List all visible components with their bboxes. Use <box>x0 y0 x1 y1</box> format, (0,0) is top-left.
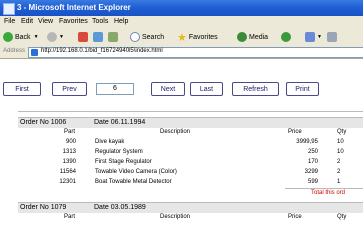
last-button[interactable]: Last <box>190 82 223 96</box>
column-header-qty: Qty <box>337 214 347 220</box>
column-header-price: Price <box>288 129 302 135</box>
cell-price: 250 <box>307 149 318 155</box>
order-header: Order No 1006 Date 06.11.1994 <box>18 117 363 128</box>
search-button[interactable]: Search <box>130 31 164 43</box>
history-icon <box>281 32 291 42</box>
refresh-icon <box>93 32 103 42</box>
cell-qty: 10 <box>337 149 344 155</box>
order-number: Order No 1006 <box>20 119 67 126</box>
total-rule <box>285 188 363 189</box>
separator <box>18 111 363 112</box>
order-total-label: Total this ord <box>311 190 346 196</box>
cell-description: Boat Towable Metal Detector <box>95 179 172 185</box>
address-url: http://192.168.0.1/bid_f16724940l5\index… <box>41 48 163 54</box>
window-title: 3 - Microsoft Internet Explorer <box>17 3 131 12</box>
dropdown-arrow-icon: ▼ <box>59 34 64 40</box>
cell-qty: 10 <box>337 139 344 145</box>
menu-tools[interactable]: Tools <box>92 18 108 25</box>
home-icon <box>108 32 118 42</box>
dropdown-arrow-icon: ▼ <box>33 34 39 40</box>
media-icon <box>237 32 247 42</box>
dropdown-arrow-icon: ▼ <box>317 34 322 40</box>
first-button[interactable]: First <box>3 82 41 96</box>
forward-button[interactable]: ▼ <box>47 31 64 43</box>
order-number: Order No 1079 <box>20 204 67 211</box>
page-number-input[interactable]: 6 <box>96 83 134 95</box>
cell-part: 1390 <box>62 159 76 165</box>
menu-favorites[interactable]: Favorites <box>59 18 88 25</box>
title-bar: 3 - Microsoft Internet Explorer <box>0 0 363 16</box>
column-header-qty: Qty <box>337 129 347 135</box>
mail-icon <box>305 32 315 42</box>
order-date: Date 06.11.1994 <box>94 119 146 126</box>
cell-description: First Stage Regulator <box>95 159 152 165</box>
mail-button[interactable]: ▼ <box>305 31 322 43</box>
stop-button[interactable] <box>78 31 90 43</box>
prev-button[interactable]: Prev <box>52 82 87 96</box>
page-icon <box>31 49 38 56</box>
column-header-price: Price <box>288 214 302 220</box>
home-button[interactable] <box>108 31 120 43</box>
back-button[interactable]: Back ▼ <box>3 31 39 43</box>
print-toolbar-button[interactable] <box>327 31 339 43</box>
media-button[interactable]: Media <box>237 31 268 43</box>
favorites-button[interactable]: ★ Favorites <box>177 31 218 44</box>
printer-icon <box>327 32 337 42</box>
menu-view[interactable]: View <box>38 18 53 25</box>
back-arrow-icon <box>3 32 13 42</box>
ie-logo-icon <box>3 3 15 15</box>
cell-description: Towable Video Camera (Color) <box>95 169 177 175</box>
standard-toolbar: Back ▼ ▼ Search ★ Favorites Media ▼ <box>0 28 363 47</box>
cell-qty: 1 <box>337 179 341 185</box>
refresh-button[interactable] <box>93 31 105 43</box>
order-header: Order No 1079 Date 03.05.1989 <box>18 202 363 213</box>
forward-arrow-icon <box>47 32 57 42</box>
column-header-part: Part <box>64 214 76 220</box>
cell-price: 3999,95 <box>296 139 318 145</box>
cell-price: 170 <box>307 159 318 165</box>
cell-description: Dive kayak <box>95 139 125 145</box>
cell-price: 3299 <box>304 169 318 175</box>
address-field[interactable]: http://192.168.0.1/bid_f16724940l5\index… <box>28 47 363 58</box>
column-header-part: Part <box>64 129 76 135</box>
cell-part: 12301 <box>59 179 76 185</box>
history-button[interactable] <box>281 31 293 43</box>
menu-help[interactable]: Help <box>114 18 128 25</box>
print-page-button[interactable]: Print <box>286 82 319 96</box>
cell-part: 1313 <box>62 149 76 155</box>
menu-edit[interactable]: Edit <box>21 18 33 25</box>
cell-qty: 2 <box>337 159 341 165</box>
column-header-description: Description <box>160 129 191 135</box>
address-label: Address <box>3 48 26 54</box>
order-date: Date 03.05.1989 <box>94 204 146 211</box>
refresh-page-button[interactable]: Refresh <box>232 82 279 96</box>
star-icon: ★ <box>177 31 187 44</box>
next-button[interactable]: Next <box>151 82 185 96</box>
cell-price: 599 <box>307 179 318 185</box>
menu-file[interactable]: File <box>4 18 15 25</box>
cell-part: 11564 <box>59 169 76 175</box>
search-icon <box>130 32 140 42</box>
page-content: First Prev 6 Next Last Refresh Print Ord… <box>0 59 363 243</box>
cell-part: 900 <box>65 139 76 145</box>
column-header-description: Description <box>160 214 191 220</box>
cell-qty: 2 <box>337 169 341 175</box>
cell-description: Regulator System <box>95 149 143 155</box>
address-bar: Address http://192.168.0.1/bid_f16724940… <box>0 46 363 59</box>
stop-icon <box>78 32 88 42</box>
